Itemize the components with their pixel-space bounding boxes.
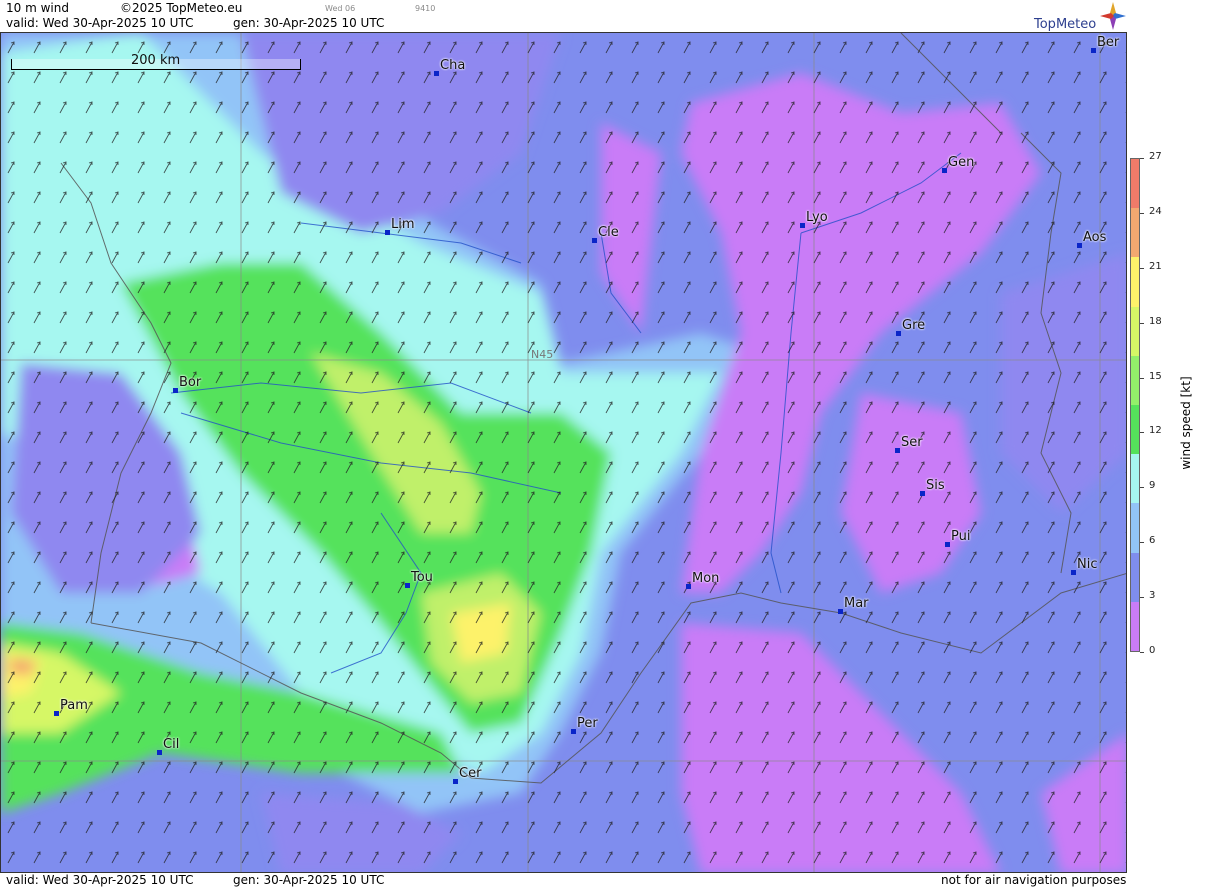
legend-tick-mark xyxy=(1140,487,1144,489)
city-dot xyxy=(800,223,805,228)
city-label: Ber xyxy=(1097,35,1120,50)
city-label: Per xyxy=(577,716,598,731)
city-label: Ser xyxy=(901,435,923,450)
compass-star-icon xyxy=(1100,2,1126,30)
city-dot xyxy=(405,583,410,588)
city-dot xyxy=(453,779,458,784)
city-label: Bor xyxy=(179,375,202,390)
city-label: Pui xyxy=(951,529,971,544)
day-tab[interactable]: Wed 06 xyxy=(325,4,355,13)
city-dot xyxy=(896,331,901,336)
city-dot xyxy=(838,609,843,614)
city-label: Cer xyxy=(459,766,482,781)
city-dot xyxy=(1071,570,1076,575)
city-label: Tou xyxy=(411,570,433,585)
valid-time: valid: Wed 30-Apr-2025 10 UTC xyxy=(6,16,194,30)
city-label: Cle xyxy=(598,225,619,240)
legend-tick-mark xyxy=(1140,267,1144,269)
legend-tick-label: 12 xyxy=(1149,425,1162,437)
city-label: Lim xyxy=(391,217,415,232)
parallel-label: N45 xyxy=(531,348,554,361)
legend-tick-mark xyxy=(1140,652,1144,653)
city-label: Cha xyxy=(440,58,466,73)
legend-tick-mark xyxy=(1140,377,1144,379)
legend-tick-label: 3 xyxy=(1149,590,1156,602)
legend-tick-label: 27 xyxy=(1149,151,1162,162)
legend-tick-label: 6 xyxy=(1149,535,1156,547)
city-label: Lyo xyxy=(806,210,828,225)
city-label: Nic xyxy=(1077,557,1098,572)
city-dot xyxy=(895,448,900,453)
city-dot xyxy=(592,238,597,243)
city-label: Aos xyxy=(1083,230,1107,245)
city-label: Pam xyxy=(60,698,88,713)
footer-valid-time: valid: Wed 30-Apr-2025 10 UTC xyxy=(6,873,194,887)
city-dot xyxy=(385,230,390,235)
city-dot xyxy=(571,729,576,734)
city-dot xyxy=(434,71,439,76)
city-label: Gre xyxy=(902,318,926,333)
city-dot xyxy=(686,584,691,589)
city-label: Gen xyxy=(948,155,975,170)
legend-tick-mark xyxy=(1140,322,1144,324)
legend-tick-mark xyxy=(1140,212,1144,214)
run-code: 9410 xyxy=(415,4,436,13)
generated-time: gen: 30-Apr-2025 10 UTC xyxy=(233,16,385,30)
copyright-text: ©2025 TopMeteo.eu xyxy=(120,1,243,15)
disclaimer-text: not for air navigation purposes xyxy=(941,873,1127,887)
city-dot xyxy=(1091,48,1096,53)
legend-title: wind speed [kt] xyxy=(1179,376,1193,470)
topmeteo-logo: TopMeteo xyxy=(1034,2,1126,32)
city-dot xyxy=(1077,243,1082,248)
city-dot xyxy=(157,750,162,755)
city-label: Mar xyxy=(844,596,869,611)
wind-speed-legend: 27 24 21 18 15 12 9 6 3 0 wind speed [kt] xyxy=(1127,0,1219,887)
legend-tick-mark xyxy=(1140,432,1144,434)
legend-tick-label: 24 xyxy=(1149,205,1162,217)
footer-generated-time: gen: 30-Apr-2025 10 UTC xyxy=(233,873,385,887)
city-dot xyxy=(942,168,947,173)
city-dot xyxy=(920,491,925,496)
logo-text: TopMeteo xyxy=(1034,17,1097,32)
legend-tick-label: 15 xyxy=(1149,370,1162,382)
legend-tick-label: 21 xyxy=(1149,260,1162,272)
city-label: Sis xyxy=(926,478,945,493)
product-title: 10 m wind xyxy=(6,1,69,15)
legend-tick-label: 18 xyxy=(1149,315,1162,327)
city-dot xyxy=(945,542,950,547)
legend-tick-mark xyxy=(1140,542,1144,544)
city-label: Cil xyxy=(163,737,180,752)
city-dot xyxy=(173,388,178,393)
legend-tick-label: 9 xyxy=(1149,480,1156,492)
scale-bar-label: 200 km xyxy=(131,53,181,68)
legend-tick-mark xyxy=(1140,158,1144,159)
city-label: Mon xyxy=(692,571,720,586)
city-dot xyxy=(54,711,59,716)
legend-tick-mark xyxy=(1140,597,1144,599)
legend-tick-label: 0 xyxy=(1149,645,1156,656)
wind-map[interactable]: 200 km N45 Cha Ber Gen Lim Cle Lyo Aos G… xyxy=(0,32,1127,873)
